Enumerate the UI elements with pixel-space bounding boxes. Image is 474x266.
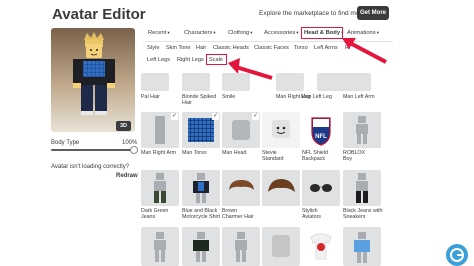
shirt-thumbnail-icon: [354, 232, 370, 263]
checkmark-icon: ✓: [212, 113, 219, 120]
chevron-down-icon: ▾: [296, 30, 299, 35]
item-tile-man-left-arm[interactable]: [343, 73, 371, 91]
avatar-preview: [51, 28, 135, 132]
shirt-thumbnail-icon: [193, 173, 209, 203]
get-more-button[interactable]: Get More: [357, 6, 389, 20]
character-thumbnail-icon: [154, 232, 166, 262]
item-caption: Man Left Leg: [301, 94, 332, 100]
arrow-to-head-body: [342, 38, 387, 64]
item-caption: Dark Green Jeans: [141, 208, 169, 220]
scale-highlight: [206, 54, 227, 65]
item-caption: Stevie Standard: [262, 150, 284, 162]
subtab-left-arms[interactable]: Left Arms: [314, 45, 338, 51]
chevron-down-icon: ▾: [213, 30, 216, 35]
item-caption: ROBLOX Boy: [343, 150, 366, 162]
character-thumbnail-icon: [356, 116, 368, 144]
item-caption: Smile: [222, 94, 236, 100]
item-caption: Blue and Black Motorcycle Shirt: [182, 208, 220, 220]
pants-thumbnail-icon: [356, 173, 368, 203]
site-watermark-logo: [446, 244, 468, 266]
item-caption: NFL Shield Backpack: [302, 150, 329, 162]
item-tile-brown-hair[interactable]: [262, 170, 300, 206]
item-caption: Pal Hair: [141, 94, 160, 100]
item-tile-row4-6[interactable]: [343, 227, 381, 266]
item-tile-stevie-standard[interactable]: [262, 112, 300, 148]
subtab-hair[interactable]: Hair: [196, 45, 206, 51]
subtab-skin-tone[interactable]: Skin Tone: [166, 45, 190, 51]
shirt-thumbnail-icon: [310, 233, 332, 260]
body-type-slider-track[interactable]: [51, 149, 135, 151]
item-caption: Blonde Spiked Hair: [182, 94, 217, 106]
item-tile-row4-3[interactable]: [222, 227, 260, 266]
item-tile-man-right-arm[interactable]: ✓: [141, 112, 179, 148]
item-caption: Stylish Aviators: [302, 208, 322, 220]
subtab-classic-faces[interactable]: Classic Faces: [254, 45, 289, 51]
hair-thumbnail-icon: [229, 180, 254, 190]
item-caption: Brown Charmer Hair: [222, 208, 254, 220]
head-body-highlight: [301, 27, 343, 39]
page-title: Avatar Editor: [52, 6, 146, 23]
character-thumbnail-icon: [235, 232, 247, 262]
item-caption: Man Left Arm: [343, 94, 375, 100]
item-caption: Man Torso: [182, 150, 207, 156]
shirt-thumbnail-icon: [193, 232, 209, 262]
redraw-link[interactable]: Redraw: [116, 173, 138, 179]
item-tile-man-left-leg[interactable]: [317, 73, 345, 91]
checkmark-icon: ✓: [171, 113, 178, 120]
item-tile-nfl-shield-backpack[interactable]: NFL: [302, 112, 340, 148]
pants-thumbnail-icon: [154, 173, 166, 203]
item-caption: Man Head: [222, 150, 247, 156]
avatar-figure: [73, 32, 115, 115]
tab-characters[interactable]: Characters▾: [184, 30, 216, 36]
loading-help-text: Avatar isn't loading correctly?: [51, 164, 130, 170]
subtab-left-legs[interactable]: Left Legs: [147, 57, 170, 63]
face-thumbnail-icon: [272, 120, 290, 138]
item-tile-row4-4[interactable]: [262, 227, 300, 266]
item-tile-row4-1[interactable]: [141, 227, 179, 266]
tab-clothing[interactable]: Clothing▾: [228, 30, 253, 36]
sunglasses-icon: [310, 184, 332, 192]
item-tile-man-right-leg[interactable]: [276, 73, 304, 91]
item-tile-blonde-spiked-hair[interactable]: [182, 73, 210, 91]
item-tile-roblox-boy[interactable]: [343, 112, 381, 148]
item-tile-motorcycle-shirt[interactable]: [182, 170, 220, 206]
body-type-slider-handle[interactable]: [130, 146, 138, 154]
body-type-value: 100%: [122, 140, 138, 146]
chevron-down-icon: ▾: [167, 30, 170, 35]
subtab-torso[interactable]: Torso: [294, 45, 308, 51]
item-tile-man-head[interactable]: ✓: [222, 112, 260, 148]
item-tile-stylish-aviators[interactable]: [302, 170, 340, 206]
item-tile-dark-green-jeans[interactable]: [141, 170, 179, 206]
hair-thumbnail-icon: [268, 179, 295, 192]
item-tile-pal-hair[interactable]: [141, 73, 169, 91]
item-tile-smile[interactable]: [222, 73, 250, 91]
item-tile-man-torso[interactable]: ✓: [182, 112, 220, 148]
checkmark-icon: ✓: [252, 113, 259, 120]
subtab-style[interactable]: Style: [147, 45, 159, 51]
body-type-label: Body Type: [51, 140, 80, 146]
item-tile-black-jeans[interactable]: [343, 170, 381, 206]
gg-logo-icon: [450, 248, 464, 262]
item-tile-brown-charmer-hair[interactable]: [222, 170, 260, 206]
tab-recent[interactable]: Recent▾: [148, 30, 170, 36]
tab-accessories[interactable]: Accessories▾: [264, 30, 299, 36]
subtab-right-legs[interactable]: Right Legs: [177, 57, 204, 63]
item-tile-row4-2[interactable]: [182, 227, 220, 266]
item-caption: Man Right Arm: [141, 150, 177, 156]
head-thumbnail-icon: [272, 235, 290, 257]
subtab-classic-heads[interactable]: Classic Heads: [213, 45, 249, 51]
toggle-3d-button[interactable]: 3D: [116, 121, 131, 131]
svg-text:NFL: NFL: [315, 134, 327, 140]
nfl-shield-icon: NFL: [311, 117, 331, 146]
chevron-down-icon: ▾: [250, 30, 253, 35]
chevron-down-icon: ▾: [376, 30, 379, 35]
item-caption: Black Jeans with Sneakers: [343, 208, 383, 220]
item-tile-row4-5[interactable]: [302, 227, 340, 266]
